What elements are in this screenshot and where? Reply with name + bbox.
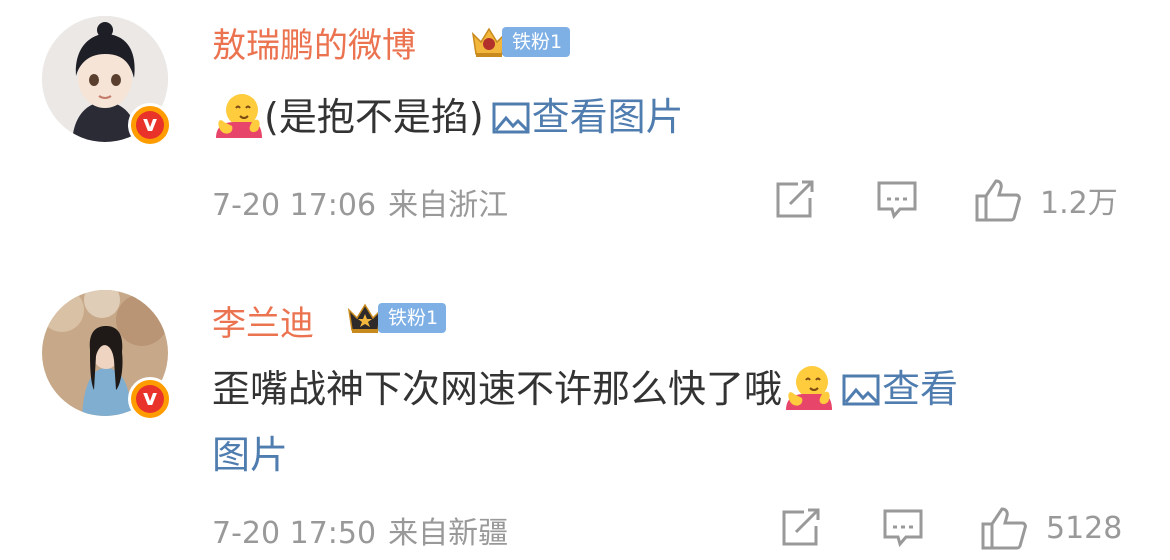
comment-meta: 7-20 17:50 来自新疆 <box>212 508 508 552</box>
image-icon <box>842 374 880 406</box>
username[interactable]: 李兰迪 <box>212 296 314 345</box>
comment-button[interactable] <box>876 180 918 220</box>
share-button[interactable] <box>780 508 822 548</box>
view-image-link[interactable]: 查看图片 <box>484 95 684 139</box>
hug-emoji <box>216 94 262 138</box>
comment-button[interactable] <box>882 508 924 548</box>
verified-badge: v <box>128 103 172 147</box>
comment-text-content: (是抱不是掐) <box>264 95 484 139</box>
comment-text: (是抱不是掐) 查看图片 <box>212 84 684 150</box>
fan-badge[interactable]: 铁粉1 <box>346 300 447 336</box>
verified-badge: v <box>128 377 172 421</box>
comment-icon <box>883 509 923 548</box>
like-button[interactable]: 5128 <box>980 506 1122 550</box>
like-icon <box>981 507 1027 550</box>
share-icon <box>782 508 820 546</box>
like-button[interactable]: 1.2万 <box>974 178 1118 222</box>
like-count: 5128 <box>1046 510 1123 546</box>
comment-text: 歪嘴战神下次网速不许那么快了哦 查看 图片 <box>212 356 1132 488</box>
fan-badge[interactable]: 铁粉1 <box>470 24 571 60</box>
fan-level-label: 铁粉1 <box>502 27 571 57</box>
timestamp: 7-20 17:06 <box>212 188 377 223</box>
comment-text-content: 歪嘴战神下次网速不许那么快了哦 <box>212 367 783 411</box>
location: 来自新疆 <box>388 516 509 551</box>
share-button[interactable] <box>774 180 816 220</box>
comment-icon <box>877 181 917 220</box>
comment-item: v 敖瑞鹏的微博 铁粉1 (是抱不是掐) 查看图片 7-20 17:06 来自浙江 <box>0 0 1170 270</box>
hug-emoji <box>786 366 833 410</box>
image-icon <box>492 102 530 134</box>
share-icon <box>776 180 814 218</box>
fan-level-label: 铁粉1 <box>378 303 447 333</box>
username[interactable]: 敖瑞鹏的微博 <box>212 18 416 67</box>
comment-meta: 7-20 17:06 来自浙江 <box>212 180 508 224</box>
location: 来自浙江 <box>388 188 509 223</box>
like-icon <box>975 179 1021 222</box>
comment-item: v 李兰迪 铁粉1 歪嘴战神下次网速不许那么快了哦 查看 图片 7-20 17:5… <box>0 270 1170 560</box>
timestamp: 7-20 17:50 <box>212 516 377 551</box>
like-count: 1.2万 <box>1040 186 1118 221</box>
